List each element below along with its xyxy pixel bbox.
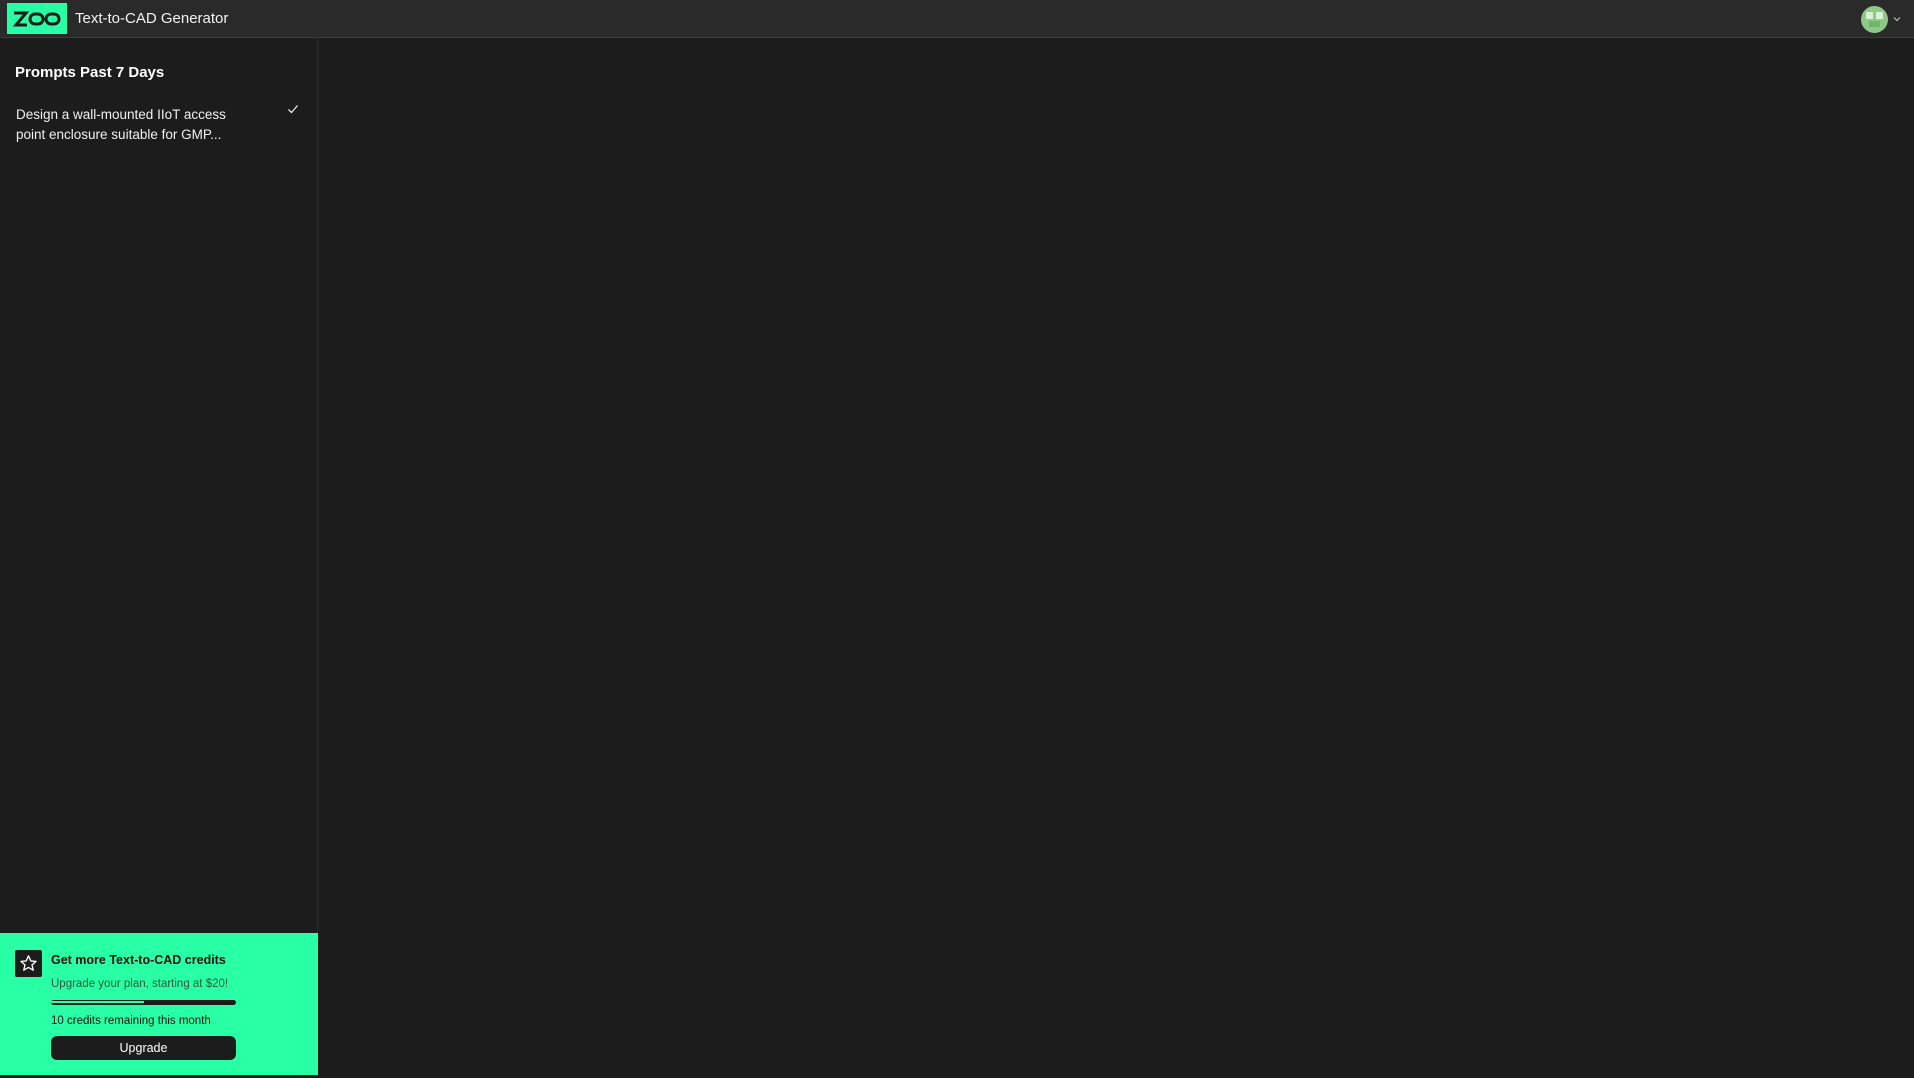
credits-progress-fill (51, 1001, 144, 1003)
chevron-down-icon (1893, 17, 1901, 22)
promo-title: Get more Text-to-CAD credits (51, 953, 226, 967)
star-icon (15, 950, 42, 977)
app-title: Text-to-CAD Generator (75, 10, 229, 27)
sidebar-heading: Prompts Past 7 Days (15, 64, 165, 81)
top-bar: Text-to-CAD Generator (0, 0, 1914, 38)
checkmark-icon (288, 105, 298, 114)
prompt-list-item[interactable]: Design a wall-mounted IIoT access point … (8, 102, 304, 146)
upgrade-button[interactable]: Upgrade (51, 1036, 236, 1060)
main-content-area (319, 38, 1914, 1076)
zoo-logo-mark (12, 11, 61, 26)
prompt-item-text: Design a wall-mounted IIoT access point … (16, 107, 226, 142)
credits-remaining-text: 10 credits remaining this month (51, 1015, 211, 1027)
upgrade-promo-card: Get more Text-to-CAD credits Upgrade you… (0, 933, 318, 1075)
sidebar: Prompts Past 7 Days Design a wall-mounte… (0, 38, 318, 1076)
zoo-logo[interactable] (7, 3, 67, 34)
promo-subtitle: Upgrade your plan, starting at $20! (51, 978, 229, 990)
credits-progress-bar (51, 1000, 236, 1005)
avatar[interactable] (1861, 5, 1888, 33)
user-menu-button[interactable] (1861, 5, 1902, 33)
